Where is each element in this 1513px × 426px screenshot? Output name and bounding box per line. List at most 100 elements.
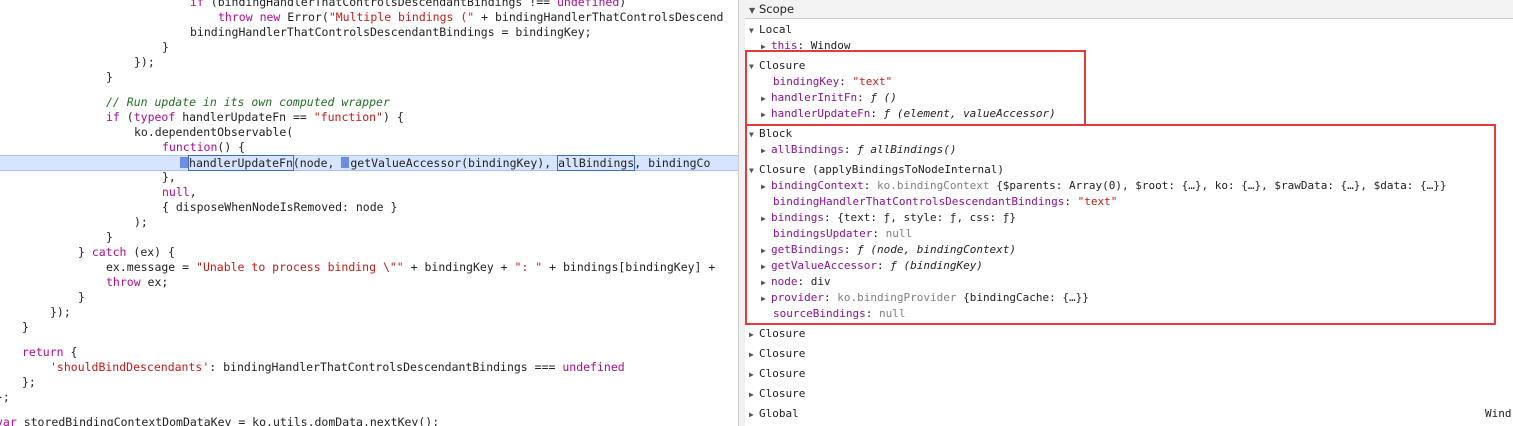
- property-value: Global: [759, 407, 799, 420]
- scope-section-header[interactable]: ▼ Scope: [745, 0, 1513, 19]
- property-value: :: [1064, 195, 1078, 208]
- scope-group-row[interactable]: ▶ Closure: [749, 386, 805, 402]
- scope-group-row[interactable]: ▼ Local: [749, 22, 792, 38]
- triangle-right-icon[interactable]: ▶: [749, 327, 759, 343]
- code-line[interactable]: }: [22, 320, 29, 335]
- triangle-right-icon[interactable]: ▶: [761, 179, 771, 195]
- code-line[interactable]: return {: [22, 345, 77, 360]
- scope-group-row[interactable]: ▶ Global: [749, 406, 799, 422]
- property-value: {$parents: Array(0), $root: {…}, ko: {…}…: [996, 179, 1447, 192]
- code-token: ex.message =: [106, 260, 197, 274]
- property-value: :: [870, 107, 884, 120]
- triangle-right-icon[interactable]: ▶: [749, 347, 759, 363]
- current-execution-line[interactable]: handlerUpdateFn(node, getValueAccessor(b…: [0, 155, 738, 171]
- scope-property-row[interactable]: bindingHandlerThatControlsDescendantBind…: [773, 194, 1117, 210]
- code-line[interactable]: function() {: [162, 140, 245, 155]
- triangle-right-icon[interactable]: ▶: [761, 39, 771, 55]
- code-token: };: [22, 375, 36, 389]
- scope-group-row[interactable]: ▶ Closure: [749, 346, 805, 362]
- code-line[interactable]: 'shouldBindDescendants': bindingHandlerT…: [50, 360, 625, 375]
- code-line[interactable]: var storedBindingContextDomDataKey = ko.…: [0, 415, 439, 426]
- code-token: ,: [189, 185, 197, 199]
- scope-property-row[interactable]: bindingsUpdater: null: [773, 226, 912, 242]
- scope-property-row[interactable]: ▶ bindingContext: ko.bindingContext {$par…: [761, 178, 1447, 194]
- code-line[interactable]: };: [0, 390, 10, 405]
- code-token: throw: [218, 10, 253, 24]
- triangle-down-icon[interactable]: ▼: [749, 59, 759, 75]
- code-line[interactable]: }: [78, 290, 85, 305]
- code-token: },: [162, 170, 176, 184]
- code-line[interactable]: }: [106, 230, 113, 245]
- scope-property-row[interactable]: ▶ getBindings: ƒ (node, bindingContext): [761, 242, 1016, 258]
- scope-property-row[interactable]: bindingKey: "text": [773, 74, 892, 90]
- code-line[interactable]: }: [106, 70, 113, 85]
- code-token: if: [190, 0, 204, 9]
- scope-property-row[interactable]: ▶ allBindings: ƒ allBindings(): [761, 142, 956, 158]
- code-line[interactable]: bindingHandlerThatControlsDescendantBind…: [190, 25, 592, 40]
- inline-breakpoint-icon[interactable]: [341, 157, 350, 168]
- property-value: :: [823, 291, 838, 304]
- code-line[interactable]: null,: [162, 185, 197, 200]
- triangle-right-icon[interactable]: ▶: [761, 259, 771, 275]
- source-editor[interactable]: if (bindingHandlerThatControlsDescendant…: [0, 0, 738, 426]
- scope-group-row[interactable]: ▼ Block: [749, 126, 792, 142]
- code-line[interactable]: });: [134, 55, 155, 70]
- scope-group-row[interactable]: ▼ Closure (applyBindingsToNodeInternal): [749, 162, 1004, 178]
- code-token: );: [134, 215, 148, 229]
- triangle-right-icon[interactable]: ▶: [761, 91, 771, 107]
- code-line[interactable]: { disposeWhenNodeIsRemoved: node }: [162, 200, 397, 215]
- code-line[interactable]: if (typeof handlerUpdateFn == "function"…: [106, 110, 404, 125]
- code-line[interactable]: };: [22, 375, 36, 390]
- scope-group-row[interactable]: ▼ Closure: [749, 58, 805, 74]
- code-line[interactable]: ex.message = "Unable to process binding …: [106, 260, 715, 275]
- code-line[interactable]: ko.dependentObservable(: [134, 125, 293, 140]
- code-line[interactable]: } catch (ex) {: [78, 245, 175, 260]
- triangle-right-icon[interactable]: ▶: [749, 367, 759, 383]
- triangle-right-icon[interactable]: ▶: [761, 107, 771, 123]
- scope-group-row[interactable]: ▶ Closure: [749, 366, 805, 382]
- property-name: this: [771, 39, 798, 52]
- property-name: bindingContext: [771, 179, 864, 192]
- triangle-right-icon[interactable]: ▶: [749, 407, 759, 423]
- triangle-right-icon[interactable]: ▶: [761, 143, 771, 159]
- code-token: "function": [313, 110, 383, 124]
- code-line[interactable]: }: [162, 40, 169, 55]
- code-line[interactable]: throw new Error("Multiple bindings (" + …: [218, 10, 723, 25]
- scope-property-row[interactable]: ▶ bindings: {text: ƒ, style: ƒ, css: ƒ}: [761, 210, 1016, 226]
- scope-property-row[interactable]: ▶ handlerInitFn: ƒ (): [761, 90, 897, 106]
- property-value: Closure (applyBindingsToNodeInternal): [759, 163, 1005, 176]
- triangle-down-icon[interactable]: ▼: [749, 23, 759, 39]
- code-token: , bindingCo: [634, 156, 711, 170]
- scope-property-row[interactable]: ▶ getValueAccessor: ƒ (bindingKey): [761, 258, 983, 274]
- scope-group-row[interactable]: ▶ Closure: [749, 326, 805, 342]
- code-token: + bindingHandlerThatControlsDescend: [474, 10, 724, 24]
- code-token: undefined: [562, 360, 625, 374]
- scope-property-row[interactable]: ▶ node: div: [761, 274, 831, 290]
- code-line[interactable]: // Run update in its own computed wrappe…: [106, 95, 390, 110]
- scope-property-row[interactable]: ▶ handlerUpdateFn: ƒ (element, valueAcces…: [761, 106, 1056, 122]
- triangle-right-icon[interactable]: ▶: [749, 387, 759, 403]
- triangle-right-icon[interactable]: ▶: [761, 243, 771, 259]
- code-line[interactable]: );: [134, 215, 148, 230]
- property-value: :: [797, 275, 811, 288]
- scope-property-row[interactable]: sourceBindings: null: [773, 306, 905, 322]
- code-line[interactable]: },: [162, 170, 176, 185]
- code-token: getValueAccessor(bindingKey),: [350, 156, 559, 170]
- scope-property-row[interactable]: ▶ this: Window: [761, 38, 851, 54]
- inline-breakpoint-icon[interactable]: [180, 157, 189, 168]
- property-value: :: [876, 259, 891, 272]
- triangle-right-icon[interactable]: ▶: [761, 275, 771, 291]
- triangle-down-icon[interactable]: ▼: [749, 163, 759, 179]
- code-token: + bindings[bindingKey] +: [542, 260, 716, 274]
- code-line[interactable]: if (bindingHandlerThatControlsDescendant…: [190, 0, 626, 10]
- triangle-right-icon[interactable]: ▶: [761, 211, 771, 227]
- code-token: ): [619, 0, 627, 9]
- code-token: + bindingKey +: [403, 260, 515, 274]
- triangle-right-icon[interactable]: ▶: [761, 291, 771, 307]
- code-line[interactable]: throw ex;: [106, 275, 168, 290]
- triangle-down-icon[interactable]: ▼: [749, 127, 759, 143]
- code-line[interactable]: });: [50, 305, 71, 320]
- scope-property-row[interactable]: ▶ provider: ko.bindingProvider {bindingCa…: [761, 290, 1089, 306]
